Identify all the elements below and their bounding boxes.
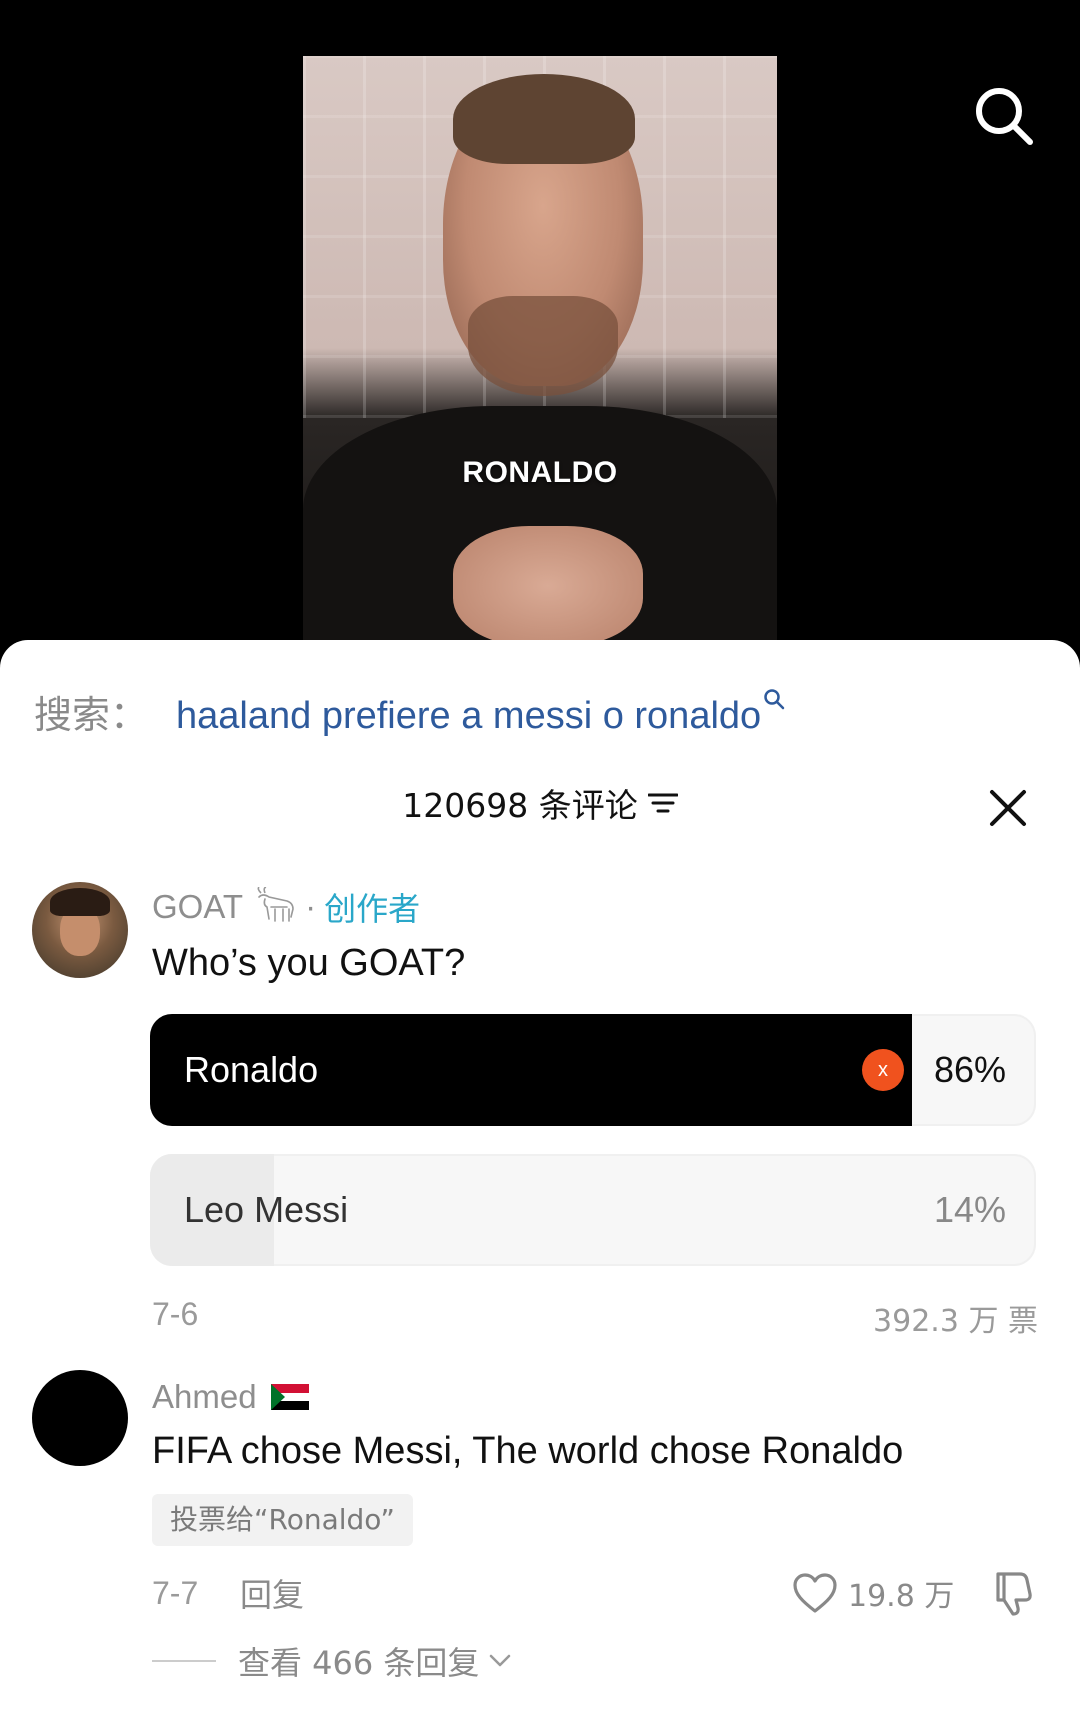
comments-header: 120698 条评论 — [0, 778, 1080, 828]
video-caption: RONALDO — [462, 456, 618, 489]
comment-actions: 7-7 回复 19.8 万 — [152, 1568, 1038, 1618]
replies-divider — [152, 1660, 216, 1662]
poll-option-label: Leo Messi — [184, 1189, 349, 1230]
poll-author-row: GOAT · 创作者 — [152, 884, 420, 930]
comments-count: 120698 条评论 — [402, 786, 638, 825]
view-replies-button[interactable]: 查看 466 条回复 — [152, 1636, 511, 1686]
video-frame[interactable]: RONALDO — [303, 56, 777, 640]
chevron-down-icon — [490, 1654, 511, 1667]
reply-button[interactable]: 回复 — [240, 1570, 304, 1616]
poll-option-label: Ronaldo — [184, 1049, 319, 1090]
comment-text: FIFA chose Messi, The world chose Ronald… — [152, 1430, 904, 1472]
comment-date: 7-7 — [152, 1574, 199, 1611]
heart-icon — [793, 1573, 837, 1613]
like-count: 19.8 万 — [848, 1579, 955, 1614]
view-replies-label: 查看 466 条回复 — [238, 1644, 480, 1682]
sudan-flag-icon — [270, 1384, 309, 1410]
dislike-icon[interactable] — [992, 1570, 1038, 1616]
vote-tag: 投票给“Ronaldo” — [152, 1494, 413, 1546]
sort-filter-icon[interactable] — [647, 792, 678, 814]
avatar[interactable] — [32, 882, 128, 978]
comment-user-row: Ahmed — [152, 1374, 309, 1420]
video-person-hair — [453, 74, 635, 164]
author-name[interactable]: GOAT — [152, 888, 243, 926]
voted-mark-icon: x — [862, 1049, 904, 1091]
comments-sheet: 搜索： haaland prefiere a messi o ronaldo 1… — [0, 640, 1080, 1712]
poll-option-percent: 14% — [933, 1189, 1006, 1230]
search-icon[interactable] — [972, 84, 1036, 148]
close-icon[interactable] — [988, 788, 1028, 828]
separator-dot: · — [305, 888, 317, 925]
poll-option-percent: 86% — [933, 1049, 1006, 1090]
like-button[interactable]: 19.8 万 — [792, 1568, 954, 1618]
goat-icon — [257, 887, 294, 922]
search-small-icon — [764, 689, 785, 710]
poll-question: Who’s you GOAT? — [152, 942, 466, 984]
related-search[interactable]: 搜索： haaland prefiere a messi o ronaldo — [34, 684, 785, 737]
poll-option-messi[interactable]: Leo Messi 14% — [150, 1154, 1036, 1266]
video-person-hands — [453, 526, 643, 640]
avatar-hair — [50, 888, 110, 916]
creator-badge: 创作者 — [324, 890, 421, 928]
comment-username[interactable]: Ahmed — [152, 1378, 257, 1416]
video-person-beard — [468, 296, 618, 396]
related-search-label: 搜索： — [34, 693, 149, 737]
poll-option-ronaldo[interactable]: Ronaldo x 86% — [150, 1014, 1036, 1126]
poll-date: 7-6 — [152, 1296, 199, 1332]
video-player[interactable]: RONALDO — [0, 0, 1080, 660]
related-search-term[interactable]: haaland prefiere a messi o ronaldo — [176, 695, 761, 738]
avatar[interactable] — [32, 1370, 128, 1466]
poll-meta: 7-6 392.3 万 票 — [152, 1296, 1038, 1339]
poll-total-votes: 392.3 万 票 — [873, 1304, 1038, 1339]
